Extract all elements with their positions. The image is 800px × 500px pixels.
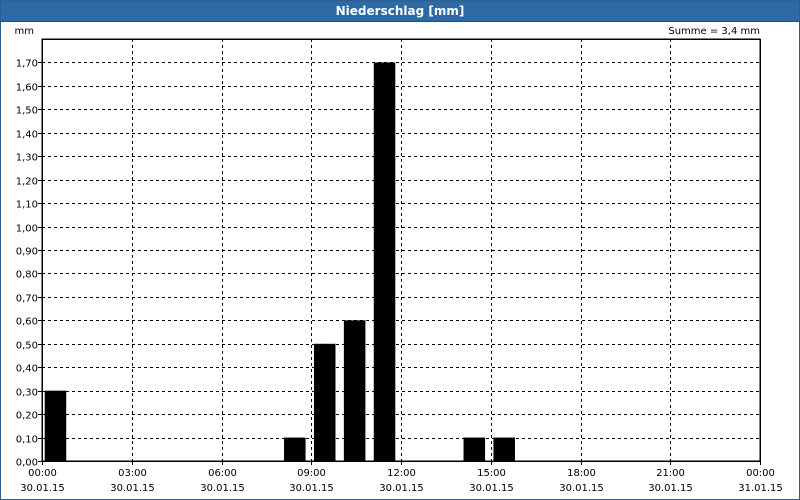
- x-tick-date-label: 30.01.15: [289, 483, 334, 494]
- y-tick-label: 0,30: [16, 388, 38, 399]
- y-tick-label: 0,90: [16, 247, 38, 258]
- x-tick-time-label: 12:00: [387, 468, 416, 479]
- y-tick-label: 0,40: [16, 364, 38, 375]
- y-tick-label: 0,10: [16, 435, 38, 446]
- x-tick-date-label: 30.01.15: [200, 483, 245, 494]
- y-tick-label: 1,20: [16, 177, 38, 188]
- bar: [373, 62, 396, 461]
- y-tick-label: 0,20: [16, 411, 38, 422]
- y-tick-label: 0,60: [16, 317, 38, 328]
- y-axis-label: mm: [15, 26, 34, 37]
- y-tick-label: 1,60: [16, 83, 38, 94]
- y-tick-label: 1,00: [16, 224, 38, 235]
- y-tick-label: 0,70: [16, 294, 38, 305]
- y-tick-label: 0,80: [16, 270, 38, 281]
- x-tick-time-label: 06:00: [208, 468, 237, 479]
- x-tick-date-label: 30.01.15: [379, 483, 424, 494]
- x-tick-time-label: 18:00: [567, 468, 596, 479]
- bar: [463, 437, 486, 461]
- y-tick-label: 1,70: [16, 59, 38, 70]
- bar: [493, 437, 515, 461]
- x-tick-time-label: 21:00: [656, 468, 685, 479]
- x-tick-time-label: 03:00: [118, 468, 147, 479]
- sum-label: Summe = 3,4 mm: [668, 26, 760, 37]
- x-tick-time-label: 15:00: [477, 468, 506, 479]
- y-tick-label: 1,30: [16, 153, 38, 164]
- y-tick-label: 1,10: [16, 200, 38, 211]
- bar: [313, 343, 336, 461]
- x-tick-date-label: 31.01.15: [738, 483, 783, 494]
- precipitation-chart: 0,00 0,10 0,20 0,30 0,40 0,50 0,60 0,70 0,80 0,90…: [15, 26, 783, 494]
- x-tick-date-label: 30.01.15: [110, 483, 155, 494]
- x-tick-time-label: 09:00: [297, 468, 326, 479]
- bar: [343, 320, 366, 461]
- x-tick-date-label: 30.01.15: [648, 483, 693, 494]
- x-tick-time-label: 00:00: [746, 468, 775, 479]
- x-tick-date-label: 30.01.15: [469, 483, 514, 494]
- chart-window: Niederschlag [mm] 0,00 0,10 0,20 0,30 0,40 0,…: [0, 0, 800, 500]
- bar: [44, 390, 67, 461]
- y-tick-label: 0,50: [16, 341, 38, 352]
- y-tick-label: 1,50: [16, 106, 38, 117]
- x-tick-date-label: 30.01.15: [20, 483, 65, 494]
- y-tick-label: 0,00: [16, 458, 38, 469]
- x-tick-time-label: 00:00: [28, 468, 57, 479]
- y-tick-label: 1,40: [16, 130, 38, 141]
- x-tick-date-label: 30.01.15: [559, 483, 604, 494]
- bar: [284, 437, 306, 461]
